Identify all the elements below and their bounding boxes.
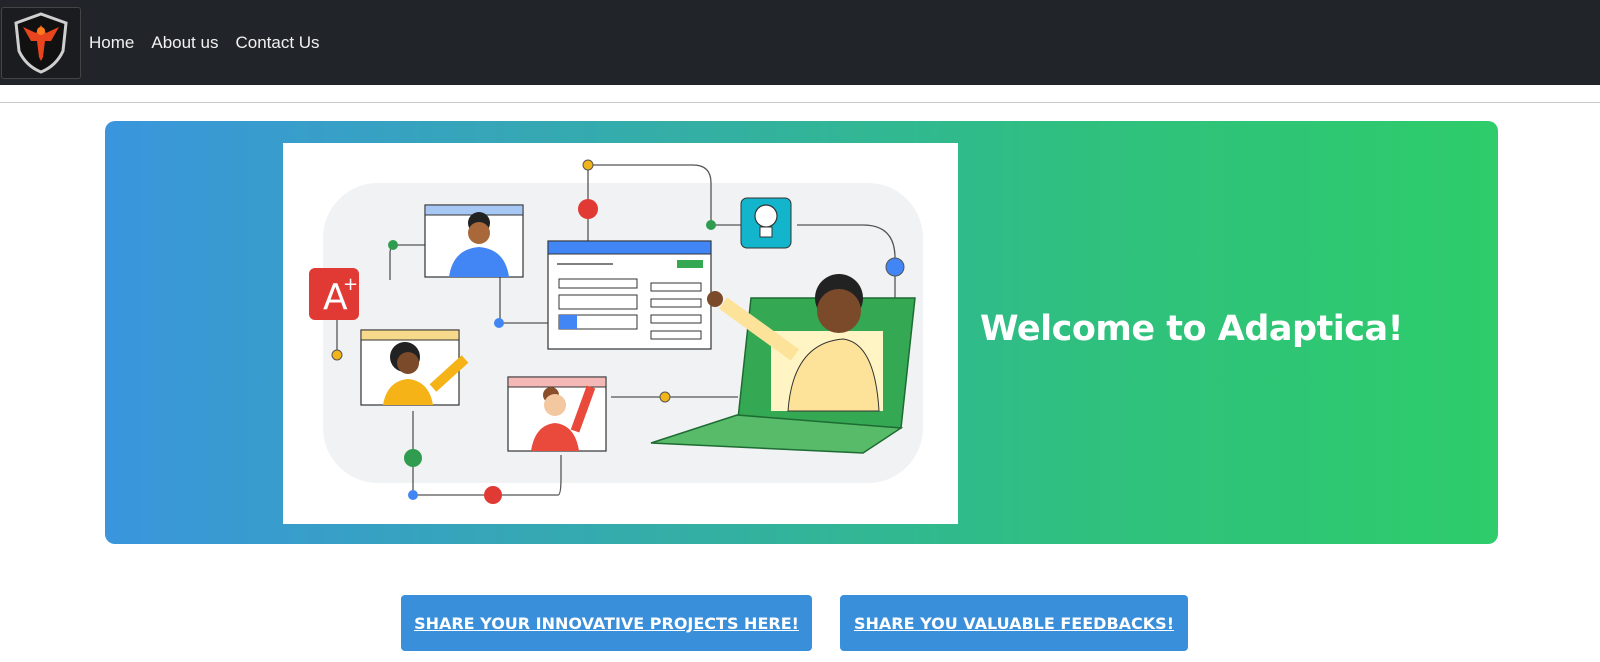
phoenix-shield-icon — [14, 11, 68, 74]
divider — [0, 102, 1600, 103]
hero-banner: A + Welcome to Adaptica! — [105, 121, 1498, 544]
hero-illustration: A + — [283, 143, 958, 524]
nav-about-us[interactable]: About us — [151, 33, 218, 53]
share-feedback-button[interactable]: SHARE YOU VALUABLE FEEDBACKS! — [840, 595, 1188, 651]
online-learning-illustration: A + — [309, 159, 923, 504]
nav-links: Home About us Contact Us — [89, 33, 337, 53]
svg-text:+: + — [343, 274, 358, 295]
nav-home[interactable]: Home — [89, 33, 134, 53]
logo[interactable] — [1, 6, 81, 79]
hero-title: Welcome to Adaptica! — [980, 309, 1404, 349]
nav-contact-us[interactable]: Contact Us — [235, 33, 319, 53]
navbar: Home About us Contact Us — [0, 0, 1600, 85]
share-projects-button[interactable]: SHARE YOUR INNOVATIVE PROJECTS HERE! — [401, 595, 812, 651]
